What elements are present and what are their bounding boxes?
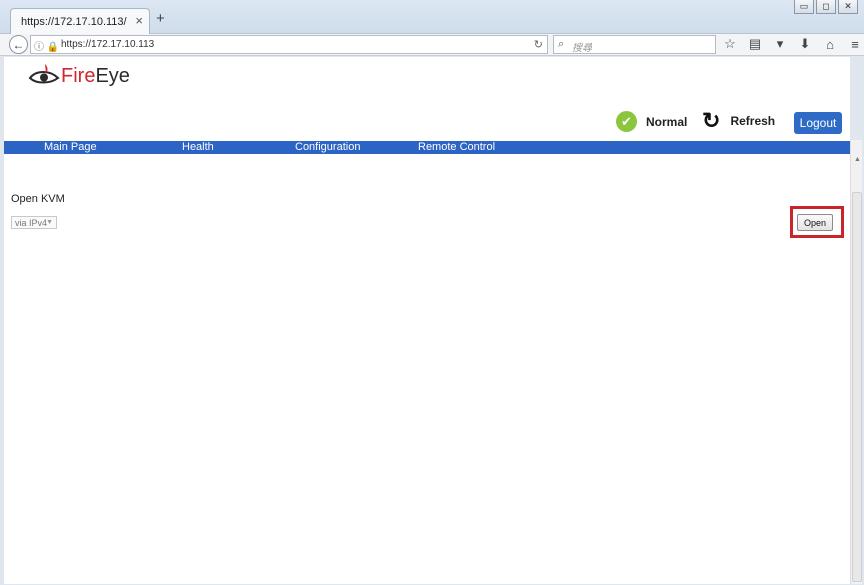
search-input[interactable]: ⌕ 搜尋 [553, 35, 716, 54]
browser-navbar: ← ⓘ 🔒 https://172.17.10.113 ↻ ⌕ 搜尋 ☆ ▤ ▾… [0, 34, 864, 56]
menu-health[interactable]: Health [182, 141, 214, 154]
back-arrow-icon[interactable]: ← [9, 35, 28, 54]
chevron-down-icon[interactable]: ▼ [46, 217, 53, 229]
restore-icon[interactable]: ◻ [816, 0, 836, 14]
menu-configuration[interactable]: Configuration [295, 141, 360, 154]
browser-titlebar: https://172.17.10.113/ × + ▭ ◻ ✕ [0, 0, 864, 34]
refresh-label[interactable]: Refresh [730, 114, 775, 128]
refresh-icon[interactable]: ↻ [702, 110, 720, 132]
reading-list-icon[interactable]: ▤ [747, 36, 763, 52]
search-icon: ⌕ [558, 38, 565, 50]
menu-main-page[interactable]: Main Page [44, 141, 97, 154]
section-title: Open KVM [11, 193, 65, 205]
tab-title: https://172.17.10.113/ [21, 16, 127, 28]
download-icon[interactable]: ⬇ [797, 36, 813, 52]
system-status: ✔ Normal [616, 111, 687, 132]
reload-icon[interactable]: ↻ [534, 38, 543, 51]
browser-tab[interactable]: https://172.17.10.113/ × [10, 8, 150, 34]
menu-remote-control[interactable]: Remote Control [418, 141, 495, 154]
fireeye-eye-icon [28, 64, 60, 84]
page-scrollbar[interactable]: ▲ [850, 140, 862, 584]
ip-version-select[interactable]: via IPv4 ▼ [11, 216, 57, 229]
menu-hamburger-icon[interactable]: ≡ [847, 36, 863, 52]
fireeye-logo: FireEye [28, 62, 130, 90]
open-button[interactable]: Open [797, 214, 833, 231]
logo-wordmark: FireEye [61, 65, 130, 88]
close-tab-icon[interactable]: × [135, 13, 143, 28]
close-icon[interactable]: ✕ [838, 0, 858, 14]
url-bar[interactable]: ⓘ 🔒 https://172.17.10.113 ↻ [30, 35, 548, 54]
home-icon[interactable]: ⌂ [822, 36, 838, 52]
scroll-up-icon[interactable]: ▲ [854, 156, 861, 163]
main-menu: Main Page Health Configuration Remote Co… [4, 141, 860, 154]
status-label: Normal [646, 114, 688, 129]
pocket-icon[interactable]: ▾ [772, 36, 788, 52]
new-tab-button[interactable]: + [156, 11, 165, 27]
minimize-icon[interactable]: ▭ [794, 0, 814, 14]
refresh-button[interactable]: ↻ Refresh [702, 110, 775, 132]
lock-warning-icon[interactable]: ⓘ 🔒 [34, 38, 59, 53]
select-value[interactable]: via IPv4 [15, 218, 47, 228]
logout-button[interactable]: Logout [794, 112, 842, 134]
browser-toolbar: ☆ ▤ ▾ ⬇ ⌂ ≡ [722, 36, 863, 52]
bookmark-star-icon[interactable]: ☆ [722, 36, 738, 52]
window-controls: ▭ ◻ ✕ [794, 0, 858, 14]
logo-eye-text: Eye [95, 64, 130, 87]
logo-fire-text: Fire [61, 64, 96, 87]
search-placeholder: 搜尋 [572, 43, 592, 54]
web-page: FireEye ✔ Normal ↻ Refresh Logout Main P… [4, 57, 860, 584]
checkmark-icon: ✔ [616, 111, 637, 132]
url-text[interactable]: https://172.17.10.113 [61, 39, 154, 50]
scroll-thumb[interactable] [852, 192, 862, 582]
